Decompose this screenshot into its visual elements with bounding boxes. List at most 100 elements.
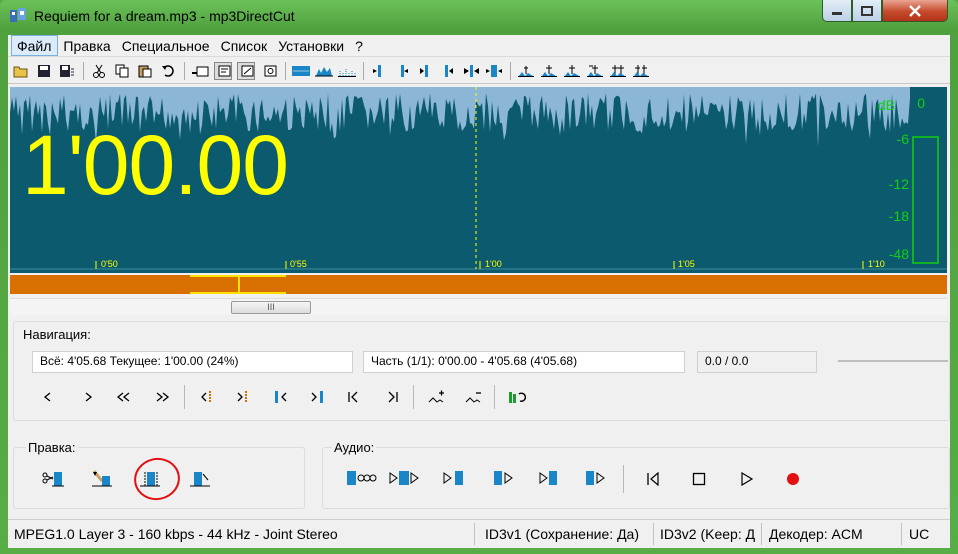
- cue-add-icon[interactable]: [540, 62, 558, 80]
- menu-list[interactable]: Список: [216, 36, 274, 55]
- overview-cursor: [238, 275, 240, 294]
- db-label-18: -18: [888, 208, 909, 224]
- minimize-button[interactable]: [822, 0, 852, 22]
- cue-view-4-icon[interactable]: [260, 62, 278, 80]
- toolbar-separator: [510, 61, 511, 80]
- rewind-icon[interactable]: [114, 387, 134, 407]
- play-selection-icon[interactable]: [389, 468, 429, 488]
- app-window: Requiem for a dream.mp3 - mp3DirectCut Ф…: [0, 0, 958, 554]
- maximize-button[interactable]: [852, 0, 882, 22]
- fit-icon[interactable]: [485, 62, 503, 80]
- toolbar: [8, 58, 950, 84]
- cue-view-1-icon[interactable]: [191, 62, 209, 80]
- set-begin-icon[interactable]: [370, 62, 388, 80]
- toolbar-separator: [285, 61, 286, 80]
- go-begin-mark-icon[interactable]: [197, 387, 217, 407]
- cue-view-2-icon[interactable]: [214, 61, 232, 80]
- status-separator: [761, 523, 762, 545]
- play-to-end-icon[interactable]: [443, 468, 469, 488]
- fast-forward-icon[interactable]: [152, 387, 172, 407]
- paste-icon[interactable]: [136, 62, 154, 80]
- cue-merge-icon[interactable]: [609, 62, 627, 80]
- waveform-view[interactable]: 1'00.00 dB 0 -6 -12 -18 -48 0'50 0'55 1'…: [10, 87, 947, 273]
- audio-caption: Аудио:: [332, 440, 377, 455]
- play-loop-icon[interactable]: [346, 468, 380, 488]
- id3v1-status: ID3v1 (Сохранение: Да): [485, 526, 639, 542]
- paste-fade-icon[interactable]: [90, 469, 114, 489]
- separator: [184, 385, 185, 409]
- sel-end-icon[interactable]: [307, 387, 327, 407]
- menu-help[interactable]: ?: [350, 36, 369, 55]
- title-bar[interactable]: Requiem for a dream.mp3 - mp3DirectCut: [0, 0, 958, 34]
- cut-selection-icon[interactable]: [42, 469, 66, 489]
- menu-special[interactable]: Специальное: [117, 36, 216, 55]
- cue-auto-icon[interactable]: [632, 62, 650, 80]
- zoom-in-icon[interactable]: [426, 387, 446, 407]
- toolbar-separator: [184, 61, 185, 80]
- prev-frame-icon[interactable]: [38, 387, 58, 407]
- mode-status: UC: [909, 526, 930, 542]
- go-end-mark-icon[interactable]: [233, 387, 253, 407]
- overview-bar[interactable]: [10, 275, 947, 294]
- next-frame-icon[interactable]: [78, 387, 98, 407]
- set-end-icon[interactable]: [393, 62, 411, 80]
- db-label-12: -12: [888, 176, 909, 192]
- status-separator: [901, 523, 902, 545]
- stop-icon[interactable]: [689, 469, 709, 489]
- copy-icon[interactable]: [113, 62, 131, 80]
- decoder-status: Декодер: ACM: [769, 526, 863, 542]
- menu-edit[interactable]: Правка: [58, 36, 116, 55]
- view-level-icon[interactable]: [315, 62, 333, 80]
- part-time-field: Часть (1/1): 0'00.00 - 4'05.68 (4'05.68): [363, 351, 685, 373]
- total-time-field: Всё: 4'05.68 Текущее: 1'00.00 (24%): [32, 351, 353, 373]
- cue-view-3-icon[interactable]: [237, 61, 255, 80]
- time-tick-label: 1'00: [485, 259, 502, 269]
- scrollbar-thumb[interactable]: III: [231, 301, 311, 314]
- window-title: Requiem for a dream.mp3 - mp3DirectCut: [34, 8, 295, 24]
- open-icon[interactable]: [12, 62, 30, 80]
- cut-icon[interactable]: [90, 62, 108, 80]
- cue-next-icon[interactable]: [563, 62, 581, 80]
- prev-track-icon[interactable]: [643, 469, 663, 489]
- time-tick-label: 1'05: [678, 259, 695, 269]
- edit-caption: Правка:: [26, 440, 78, 455]
- db-unit-label: dB: [877, 97, 895, 113]
- sel-begin-icon[interactable]: [271, 387, 291, 407]
- toolbar-separator: [363, 61, 364, 80]
- play-from-begin-icon[interactable]: [493, 468, 519, 488]
- record-icon[interactable]: [783, 469, 803, 489]
- status-separator: [653, 523, 654, 545]
- auto-scroll-icon[interactable]: [508, 387, 528, 407]
- undo-icon[interactable]: [159, 62, 177, 80]
- separator: [623, 465, 624, 493]
- go-end-icon[interactable]: [382, 387, 402, 407]
- play-split-icon[interactable]: [585, 468, 611, 488]
- toolbar-separator: [83, 61, 84, 80]
- view-dots-icon[interactable]: [338, 62, 356, 80]
- expand-icon[interactable]: [462, 62, 480, 80]
- status-separator: [474, 523, 475, 545]
- fade-out-icon[interactable]: [188, 469, 212, 489]
- menu-settings[interactable]: Установки: [273, 36, 350, 55]
- play-end-icon[interactable]: [539, 468, 565, 488]
- play-icon[interactable]: [737, 469, 757, 489]
- go-start-icon[interactable]: [344, 387, 364, 407]
- close-button[interactable]: [882, 0, 948, 22]
- app-icon: [10, 8, 26, 22]
- cue-prev-icon[interactable]: [517, 62, 535, 80]
- horizontal-scrollbar[interactable]: III: [10, 298, 947, 315]
- jump-begin-icon[interactable]: [416, 62, 434, 80]
- save-selection-icon[interactable]: [58, 62, 76, 80]
- volume-slider[interactable]: [838, 360, 948, 362]
- minimize-icon: [832, 11, 842, 15]
- cue-split-icon[interactable]: [586, 62, 604, 80]
- view-wave-icon[interactable]: [292, 62, 310, 80]
- time-tick-label: 0'55: [290, 259, 307, 269]
- selection-field: 0.0 / 0.0: [697, 351, 817, 373]
- maximize-icon: [861, 5, 873, 16]
- menu-bar: Файл Правка Специальное Список Установки…: [8, 35, 950, 57]
- save-icon[interactable]: [35, 62, 53, 80]
- zoom-out-icon[interactable]: [463, 387, 483, 407]
- jump-end-icon[interactable]: [439, 62, 457, 80]
- menu-file[interactable]: Файл: [11, 35, 59, 56]
